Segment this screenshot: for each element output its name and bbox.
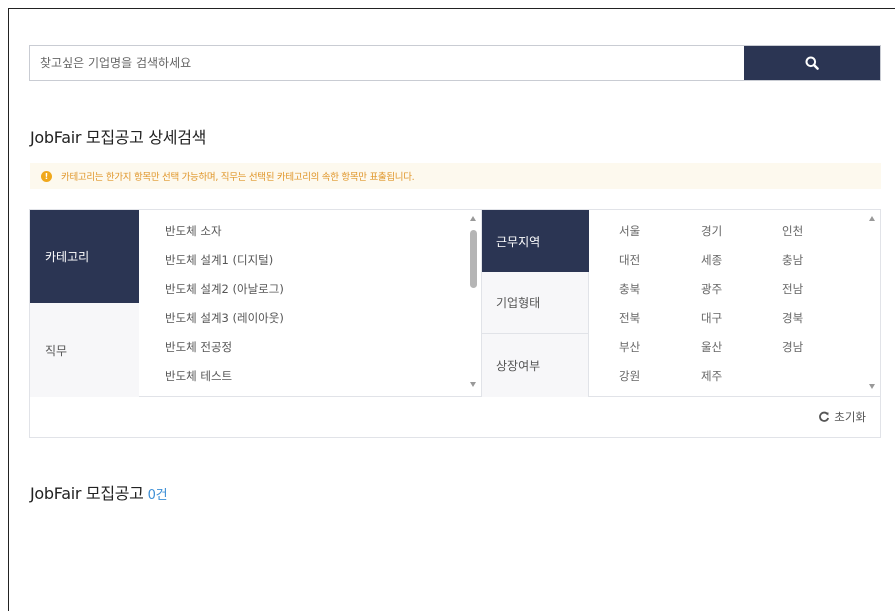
detail-search-title: JobFair 모집공고 상세검색 <box>30 128 207 147</box>
refresh-icon <box>819 411 830 422</box>
result-count: 0건 <box>147 488 168 503</box>
reset-label: 초기화 <box>834 410 866 424</box>
scroll-down-arrow-icon[interactable] <box>470 382 476 387</box>
category-item[interactable]: 반도체 설계2 (아날로그) <box>165 281 284 297</box>
category-item[interactable]: 반도체 설계3 (레이아웃) <box>165 310 284 326</box>
region-option[interactable]: 강원 <box>619 368 640 384</box>
category-item[interactable]: 반도체 전공정 <box>165 339 232 355</box>
left-tab-column: 카테고리 직무 <box>30 210 139 397</box>
category-scrollbar[interactable] <box>469 210 479 397</box>
result-heading: JobFair 모집공고 0건 <box>30 480 168 504</box>
tab-listing-status[interactable]: 상장여부 <box>482 334 589 397</box>
region-option[interactable]: 제주 <box>701 368 722 384</box>
region-option[interactable]: 세종 <box>701 252 722 268</box>
region-option[interactable]: 충북 <box>619 281 640 297</box>
category-item[interactable]: 반도체 소자 <box>165 223 222 239</box>
region-option[interactable]: 대구 <box>701 310 722 326</box>
region-scrollbar[interactable] <box>868 210 878 397</box>
region-option[interactable]: 인천 <box>782 223 803 239</box>
scroll-up-arrow-icon[interactable] <box>869 216 875 221</box>
tab-company-type[interactable]: 기업형태 <box>482 272 589 334</box>
search-button[interactable] <box>744 46 880 80</box>
category-list: 반도체 소자 반도체 설계1 (디지털) 반도체 설계2 (아날로그) 반도체 … <box>139 210 482 397</box>
region-option[interactable]: 대전 <box>619 252 640 268</box>
region-option[interactable]: 광주 <box>701 281 722 297</box>
scroll-up-arrow-icon[interactable] <box>470 216 476 221</box>
notice-banner: ! 카테고리는 한가지 항목만 선택 가능하며, 직무는 선택된 카테고리의 속… <box>30 163 881 189</box>
region-option[interactable]: 전북 <box>619 310 640 326</box>
region-option[interactable]: 경북 <box>782 310 803 326</box>
tab-job[interactable]: 직무 <box>30 303 139 397</box>
region-option[interactable]: 충남 <box>782 252 803 268</box>
filter-panel-body: 카테고리 직무 반도체 소자 반도체 설계1 (디지털) 반도체 설계2 (아날… <box>30 210 880 397</box>
result-title: JobFair 모집공고 <box>30 484 144 503</box>
filter-panel: 카테고리 직무 반도체 소자 반도체 설계1 (디지털) 반도체 설계2 (아날… <box>29 209 881 438</box>
mid-tab-column: 근무지역 기업형태 상장여부 <box>482 210 589 397</box>
scroll-down-arrow-icon[interactable] <box>869 384 875 389</box>
info-icon: ! <box>41 170 52 182</box>
scroll-thumb[interactable] <box>470 230 477 288</box>
reset-button[interactable]: 초기화 <box>818 409 866 425</box>
search-bar <box>29 45 881 81</box>
search-icon <box>805 56 819 70</box>
region-option[interactable]: 경남 <box>782 339 803 355</box>
tab-category[interactable]: 카테고리 <box>30 210 139 303</box>
region-grid: 서울 경기 인천 대전 세종 충남 충북 광주 전남 전북 대구 경북 부산 울… <box>590 210 880 397</box>
category-item[interactable]: 반도체 테스트 <box>165 368 232 384</box>
region-option[interactable]: 부산 <box>619 339 640 355</box>
region-option[interactable]: 경기 <box>701 223 722 239</box>
search-input[interactable] <box>30 46 744 80</box>
category-item[interactable]: 반도체 설계1 (디지털) <box>165 252 273 268</box>
notice-text: 카테고리는 한가지 항목만 선택 가능하며, 직무는 선택된 카테고리의 속한 … <box>61 172 415 183</box>
region-option[interactable]: 울산 <box>701 339 722 355</box>
region-option[interactable]: 서울 <box>619 223 640 239</box>
region-option[interactable]: 전남 <box>782 281 803 297</box>
tab-work-region[interactable]: 근무지역 <box>482 210 589 272</box>
